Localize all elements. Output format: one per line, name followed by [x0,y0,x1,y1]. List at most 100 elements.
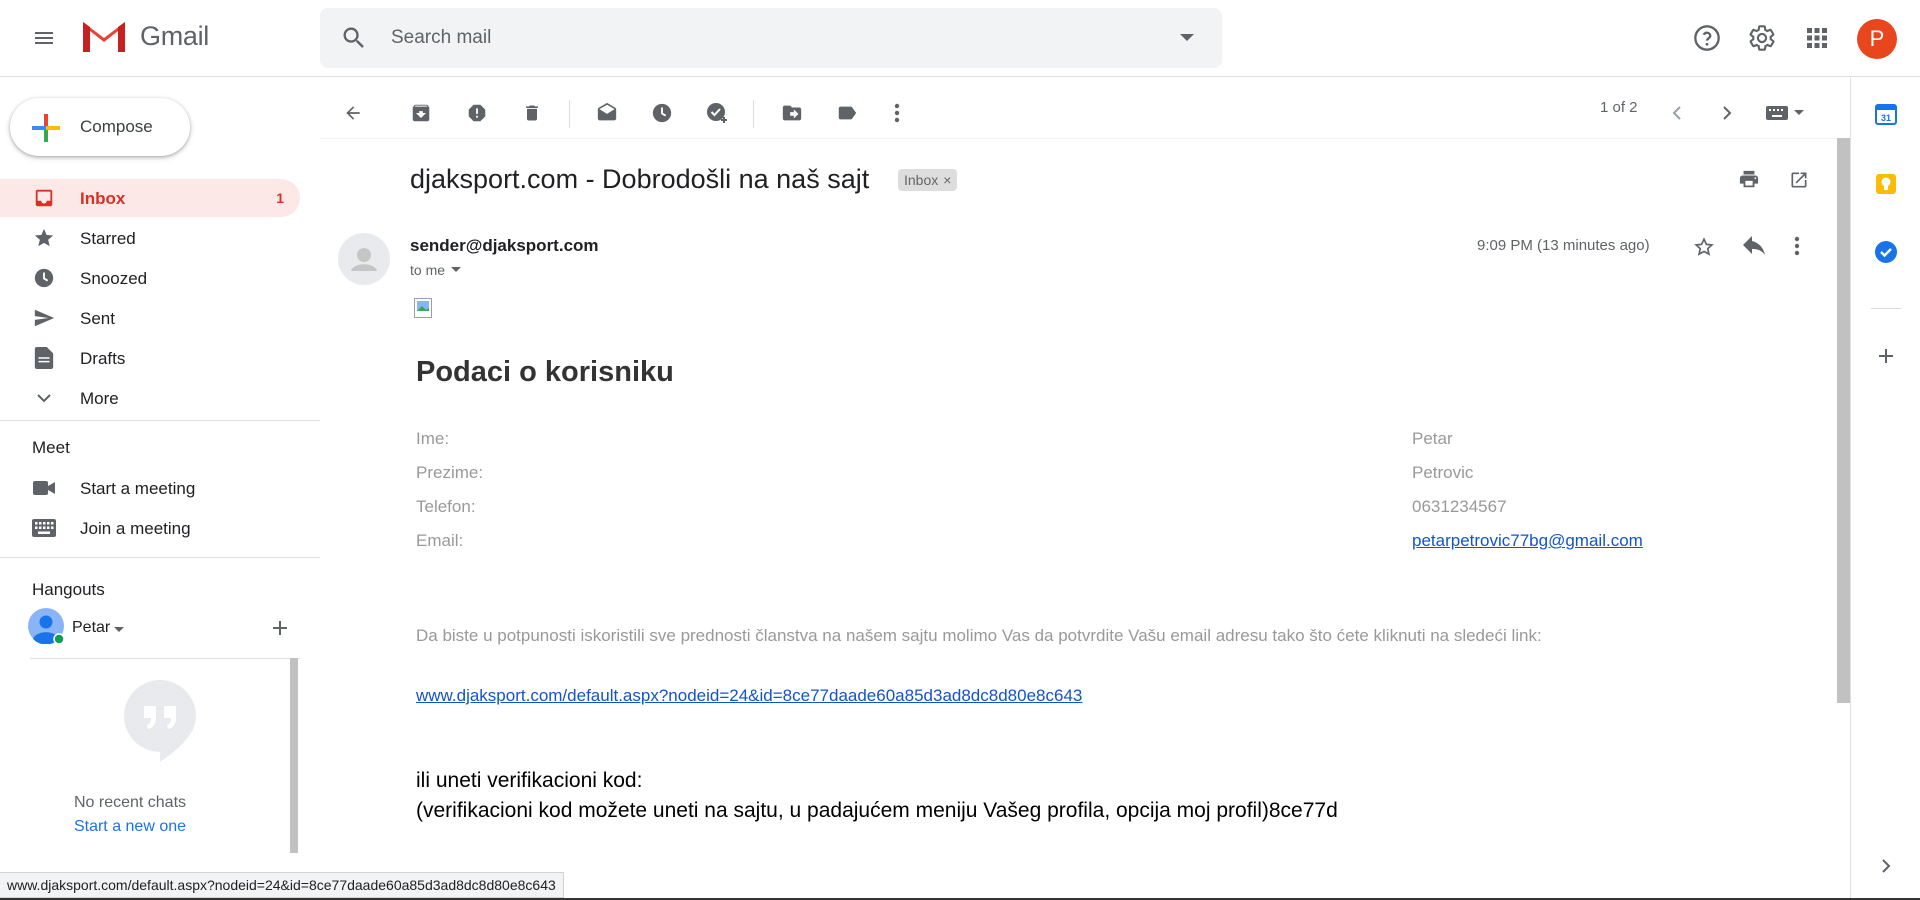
nav-item-inbox[interactable]: Inbox 1 [0,179,300,217]
delete-button[interactable] [516,97,548,129]
move-to-button[interactable] [776,97,808,129]
toolbar-divider [320,138,1850,139]
gmail-logo[interactable]: Gmail [80,18,209,54]
hangouts-quote-icon [124,680,196,762]
nav-item-starred[interactable]: Starred [0,219,300,257]
nav-item-drafts[interactable]: Drafts [0,339,300,377]
message-scrollbar[interactable] [1837,138,1850,703]
gear-icon [1749,25,1775,51]
chevron-right-icon [1882,859,1891,873]
email-subject: djaksport.com - Dobrodošli na naš sajt [410,164,870,194]
older-button[interactable] [1711,97,1743,129]
tasks-addon[interactable] [1872,238,1900,266]
sender-avatar[interactable] [338,233,390,285]
reply-icon[interactable] [1742,236,1766,256]
show-details-icon[interactable] [451,267,462,273]
get-addons-button[interactable] [1872,342,1900,370]
back-button[interactable] [337,97,369,129]
star-outline-icon[interactable] [1693,236,1715,258]
nav-label: Drafts [80,349,126,368]
draft-icon [32,346,56,370]
sender-email[interactable]: sender@djaksport.com [410,236,599,256]
join-meeting-item[interactable]: Join a meeting [0,509,300,547]
search-icon[interactable] [340,24,368,52]
remove-label-icon[interactable]: × [943,172,951,188]
keyboard-icon [32,516,56,540]
archive-button[interactable] [405,97,437,129]
search-input[interactable]: Search mail [391,27,491,49]
search-bar[interactable]: Search mail [320,8,1222,68]
main-menu-button[interactable] [26,20,62,56]
status-dropdown-icon[interactable] [114,627,124,633]
snooze-button[interactable] [646,97,678,129]
nav-label: Snoozed [80,269,148,288]
field-value-telefon: 0631234567 [1412,497,1507,516]
input-tools-button[interactable] [1760,97,1810,129]
nav-label: Starred [80,229,136,248]
mark-unread-icon [597,102,617,121]
nav-item-snoozed[interactable]: Snoozed [0,259,300,297]
arrow-left-icon [346,106,360,120]
chevron-left-icon [1672,106,1681,120]
label-icon [838,106,857,120]
nav-label: Sent [80,309,115,328]
start-meeting-item[interactable]: Start a meeting [0,469,300,507]
newer-button[interactable] [1661,97,1693,129]
more-actions-button[interactable] [881,97,913,129]
inbox-icon [32,186,56,210]
report-spam-button[interactable] [461,97,493,129]
side-panel-rail: 31 [1850,78,1920,900]
meet-section-title: Meet [32,438,70,457]
mark-unread-button[interactable] [591,97,623,129]
plus-icon [1879,349,1893,363]
labels-button[interactable] [831,97,863,129]
nav-divider [0,420,320,421]
verification-code-text: (verifikacioni kod možete uneti na sajtu… [416,799,1338,822]
apps-button[interactable] [1799,20,1835,56]
nav-label: More [80,389,119,408]
compose-label: Compose [80,117,153,136]
settings-button[interactable] [1744,20,1780,56]
open-new-window-icon[interactable] [1789,170,1809,190]
chat-scrollbar[interactable] [290,658,298,853]
left-nav: Compose Inbox 1 Starred Snoozed Sent Dra… [0,78,320,900]
message-view: 1 of 2 djaksport.com - Dobrodošli na naš… [320,78,1850,900]
support-button[interactable] [1689,20,1725,56]
print-icon[interactable] [1738,170,1760,190]
verification-link[interactable]: www.djaksport.com/default.aspx?nodeid=24… [416,686,1082,706]
account-avatar[interactable]: P [1857,19,1897,59]
add-task-icon [707,103,727,123]
browser-status-bar: www.djaksport.com/default.aspx?nodeid=24… [0,872,564,898]
verification-code-intro: ili uneti verifikacioni kod: [416,769,643,792]
compose-button[interactable]: Compose [10,98,190,156]
nav-label: Inbox [80,189,126,208]
chevron-right-icon [1723,106,1732,120]
recipient-line[interactable]: to me [410,262,462,278]
nav-item-more[interactable]: More [0,379,300,417]
add-to-tasks-button[interactable] [701,97,733,129]
hangouts-user-avatar[interactable] [28,608,64,644]
unread-count: 1 [276,190,284,206]
calendar-addon[interactable]: 31 [1872,100,1900,128]
label-chip-inbox[interactable]: Inbox × [898,169,958,191]
plus-icon [32,114,60,142]
field-label-telefon: Telefon: [416,497,476,516]
field-value-email-link[interactable]: petarpetrovic77bg@gmail.com [1412,531,1643,551]
more-vert-icon[interactable] [1794,236,1800,256]
search-options-icon[interactable] [1180,34,1194,42]
hamburger-icon [35,32,53,44]
no-chats-text: No recent chats [73,794,187,811]
rail-divider [1871,308,1901,309]
new-chat-plus-icon[interactable] [271,619,289,637]
clock-icon [652,103,672,123]
show-side-panel-button[interactable] [1872,852,1900,880]
start-new-chat-link[interactable]: Start a new one [0,818,260,836]
more-vert-icon [894,103,900,123]
chat-divider [30,658,300,659]
keep-addon[interactable] [1872,170,1900,198]
hangouts-user-name[interactable]: Petar [72,619,110,637]
user-avatar-icon [28,608,64,644]
move-to-folder-icon [782,105,802,121]
nav-item-sent[interactable]: Sent [0,299,300,337]
hangouts-section-title: Hangouts [32,580,105,599]
